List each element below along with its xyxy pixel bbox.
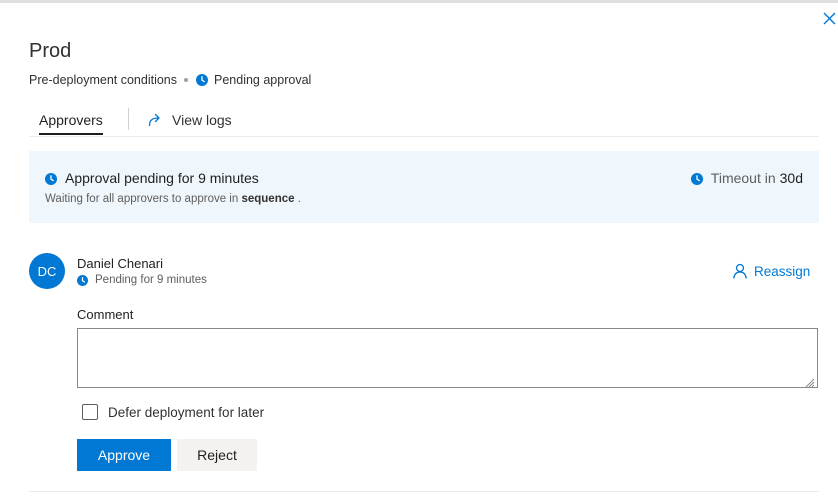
clock-icon [77, 274, 88, 286]
tab-approvers[interactable]: Approvers [39, 112, 103, 128]
tab-selected-indicator [39, 133, 103, 135]
reassign-button[interactable]: Reassign [732, 263, 810, 279]
reassign-label: Reassign [754, 263, 811, 279]
banner-detail-mode: sequence [241, 193, 295, 205]
tab-view-logs[interactable]: View logs [148, 112, 232, 128]
clock-icon [196, 74, 208, 86]
banner-detail-prefix: Waiting for all approvers to approve in [45, 193, 239, 205]
separator-dot [184, 78, 188, 82]
timeout-info: Timeout in 30d [690, 170, 803, 186]
approver-status: Pending for 9 minutes [77, 274, 207, 286]
divider [29, 491, 819, 492]
clock-icon [690, 172, 703, 185]
approval-banner: Approval pending for 9 minutes Waiting f… [29, 151, 819, 223]
approve-button[interactable]: Approve [77, 439, 171, 471]
panel-subtitle: Pre-deployment conditions Pending approv… [29, 73, 311, 87]
person-icon [733, 263, 747, 279]
comment-label: Comment [77, 307, 134, 322]
top-border [0, 0, 838, 3]
comment-field[interactable] [77, 328, 818, 388]
share-arrow-icon [148, 113, 160, 127]
defer-checkbox[interactable] [82, 404, 98, 420]
stage-status: Pending approval [214, 73, 312, 87]
avatar: DC [29, 253, 65, 289]
timeout-value: 30d [779, 170, 803, 186]
banner-detail: Waiting for all approvers to approve in … [45, 193, 301, 205]
panel-title: Prod [29, 40, 72, 62]
reject-button[interactable]: Reject [177, 439, 257, 471]
tab-view-logs-label: View logs [172, 112, 232, 128]
banner-detail-suffix: . [297, 193, 301, 205]
clock-icon [45, 172, 57, 185]
close-icon[interactable] [820, 9, 838, 27]
banner-headline: Approval pending for 9 minutes [45, 170, 259, 186]
resize-grip-icon[interactable] [803, 375, 815, 388]
approver-name: Daniel Chenari [77, 256, 163, 271]
banner-headline-text: Approval pending for 9 minutes [65, 170, 259, 186]
stage-name: Pre-deployment conditions [29, 73, 177, 87]
tab-divider [128, 108, 129, 130]
timeout-label: Timeout in [710, 170, 776, 186]
approver-status-text: Pending for 9 minutes [95, 274, 207, 286]
tab-bar: Approvers View logs [29, 106, 819, 137]
defer-label[interactable]: Defer deployment for later [108, 405, 264, 420]
